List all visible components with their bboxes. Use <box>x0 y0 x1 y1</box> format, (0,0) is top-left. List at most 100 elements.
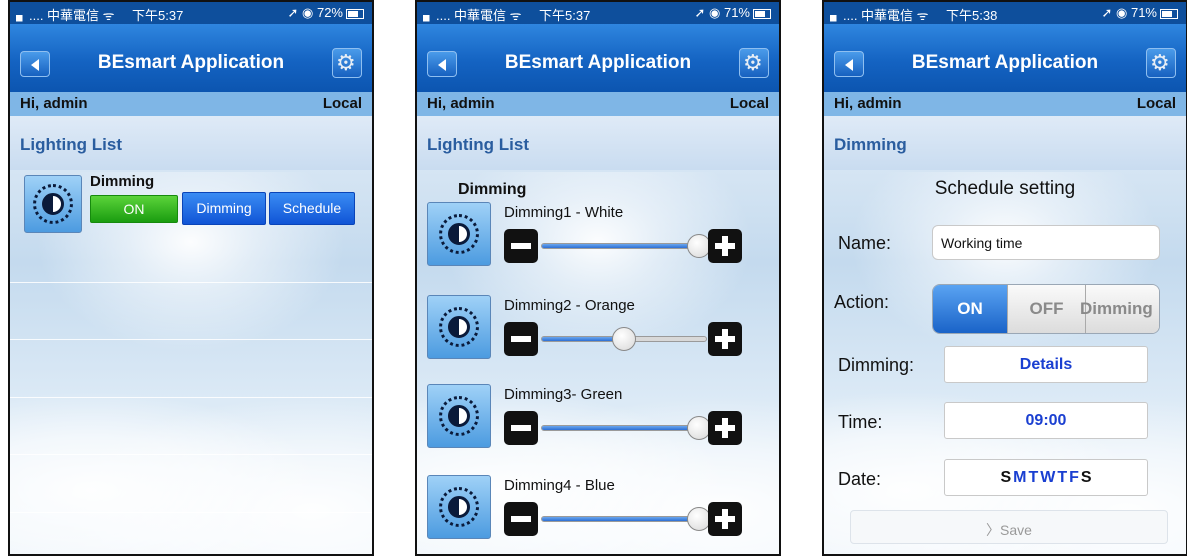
battery-indicator: ➚ ◉ 71% <box>694 5 771 21</box>
brightness-slider-thumb[interactable] <box>612 327 636 351</box>
lock-icon: ◉ <box>1116 5 1128 20</box>
battery-indicator: ➚ ◉ 72% <box>287 5 364 21</box>
gear-icon: ⚙ <box>743 50 763 75</box>
on-button[interactable]: ON <box>90 195 178 223</box>
dimmer-lamp-icon[interactable] <box>427 475 491 539</box>
minus-icon <box>511 243 531 249</box>
dimmer-lamp-icon[interactable] <box>24 175 82 233</box>
decrease-button[interactable] <box>504 229 538 263</box>
clock-text: 下午5:37 <box>539 8 591 23</box>
time-picker-button[interactable]: 09:00 <box>944 402 1148 439</box>
minus-icon <box>511 516 531 522</box>
battery-icon <box>753 8 771 19</box>
battery-icon <box>1160 8 1178 19</box>
settings-button[interactable]: ⚙ <box>739 48 769 78</box>
greeting-text: Hi, admin <box>20 95 88 112</box>
action-off-segment[interactable]: OFF <box>1007 285 1085 333</box>
name-field[interactable]: Working time <box>932 225 1160 260</box>
user-bar: Hi, admin Local <box>10 92 372 116</box>
slider-fill <box>542 426 698 430</box>
weekday-toggle[interactable]: T <box>1028 469 1038 486</box>
weekday-toggle[interactable]: S <box>1000 469 1011 486</box>
greeting-text: Hi, admin <box>834 95 902 112</box>
plus-icon <box>722 236 728 256</box>
increase-button[interactable] <box>708 502 742 536</box>
row-divider <box>10 454 372 455</box>
dimming-details-text: Details <box>1019 356 1073 373</box>
battery-percent: 71% <box>723 5 750 20</box>
gear-icon: ⚙ <box>336 50 356 75</box>
carrier-text: ▖.... 中華電信 ᯤ <box>16 8 115 23</box>
section-header: Lighting List <box>10 116 372 170</box>
action-on-segment[interactable]: ON <box>933 285 1007 333</box>
connection-mode: Local <box>1136 95 1176 112</box>
dimmer-lamp-icon[interactable] <box>427 202 491 266</box>
location-icon: ➚ <box>694 5 706 20</box>
increase-button[interactable] <box>708 229 742 263</box>
device-name: Dimming <box>90 173 155 190</box>
channel-name: Dimming3- Green <box>504 386 623 403</box>
save-button[interactable]: 〉Save <box>850 510 1168 544</box>
greeting-text: Hi, admin <box>427 95 495 112</box>
date-picker-button[interactable]: SMTWTFS <box>944 459 1148 496</box>
name-label: Name: <box>838 233 892 253</box>
row-divider <box>10 339 372 340</box>
status-bar: ▖.... 中華電信 ᯤ 下午5:37 ➚ ◉ 72% <box>10 2 372 24</box>
plus-icon <box>722 509 728 529</box>
brightness-slider-track[interactable] <box>541 425 707 431</box>
battery-percent: 71% <box>1130 5 1157 20</box>
weekday-toggle[interactable]: F <box>1069 469 1079 486</box>
lock-icon: ◉ <box>302 5 314 20</box>
dimmer-lamp-icon[interactable] <box>427 384 491 448</box>
date-label: Date: <box>838 469 882 489</box>
decrease-button[interactable] <box>504 411 538 445</box>
user-bar: Hi, admin Local <box>417 92 779 116</box>
settings-button[interactable]: ⚙ <box>1146 48 1176 78</box>
row-divider <box>10 397 372 398</box>
dimmer-lamp-icon[interactable] <box>427 295 491 359</box>
channel-name: Dimming2 - Orange <box>504 297 635 314</box>
lamp-bulb-icon <box>448 405 470 427</box>
slider-fill <box>542 244 698 248</box>
decrease-button[interactable] <box>504 322 538 356</box>
weekday-toggle[interactable]: W <box>1040 469 1055 486</box>
lamp-bulb-icon <box>448 223 470 245</box>
weekday-toggle[interactable]: M <box>1013 469 1026 486</box>
brightness-slider-track[interactable] <box>541 243 707 249</box>
brightness-slider-track[interactable] <box>541 516 707 522</box>
group-name: Dimming <box>458 181 527 198</box>
save-label: Save <box>1000 522 1032 538</box>
carrier-text: ▖.... 中華電信 ᯤ <box>830 8 929 23</box>
section-header: Dimming <box>824 116 1186 170</box>
row-divider <box>10 282 372 283</box>
weekday-list: SMTWTFS <box>945 469 1147 487</box>
phone-screen-schedule-setting: ▖.... 中華電信 ᯤ 下午5:38 ➚ ◉ 71% BEsmart Appl… <box>822 0 1187 556</box>
increase-button[interactable] <box>708 322 742 356</box>
schedule-button[interactable]: Schedule <box>269 192 355 225</box>
weekday-toggle[interactable]: S <box>1081 469 1092 486</box>
minus-icon <box>511 425 531 431</box>
location-icon: ➚ <box>287 5 299 20</box>
status-bar: ▖.... 中華電信 ᯤ 下午5:37 ➚ ◉ 71% <box>417 2 779 24</box>
increase-button[interactable] <box>708 411 742 445</box>
carrier-text: ▖.... 中華電信 ᯤ <box>423 8 522 23</box>
connection-mode: Local <box>729 95 769 112</box>
channel-name: Dimming1 - White <box>504 204 624 221</box>
phone-screen-lighting-list: ▖.... 中華電信 ᯤ 下午5:37 ➚ ◉ 72% BEsmart Appl… <box>8 0 374 556</box>
lamp-bulb-icon <box>448 496 470 518</box>
gear-icon: ⚙ <box>1150 50 1170 75</box>
dimming-button[interactable]: Dimming <box>182 192 266 225</box>
dimming-details-button[interactable]: Details <box>944 346 1148 383</box>
battery-indicator: ➚ ◉ 71% <box>1101 5 1178 21</box>
background-rays <box>824 172 1186 372</box>
action-dimming-segment[interactable]: Dimming <box>1080 285 1159 333</box>
location-icon: ➚ <box>1101 5 1113 20</box>
section-title: Lighting List <box>20 135 122 154</box>
settings-button[interactable]: ⚙ <box>332 48 362 78</box>
battery-percent: 72% <box>316 5 343 20</box>
app-title: BEsmart Application <box>97 52 285 73</box>
weekday-toggle[interactable]: T <box>1057 469 1067 486</box>
user-bar: Hi, admin Local <box>824 92 1186 116</box>
decrease-button[interactable] <box>504 502 538 536</box>
row-divider <box>10 512 372 513</box>
